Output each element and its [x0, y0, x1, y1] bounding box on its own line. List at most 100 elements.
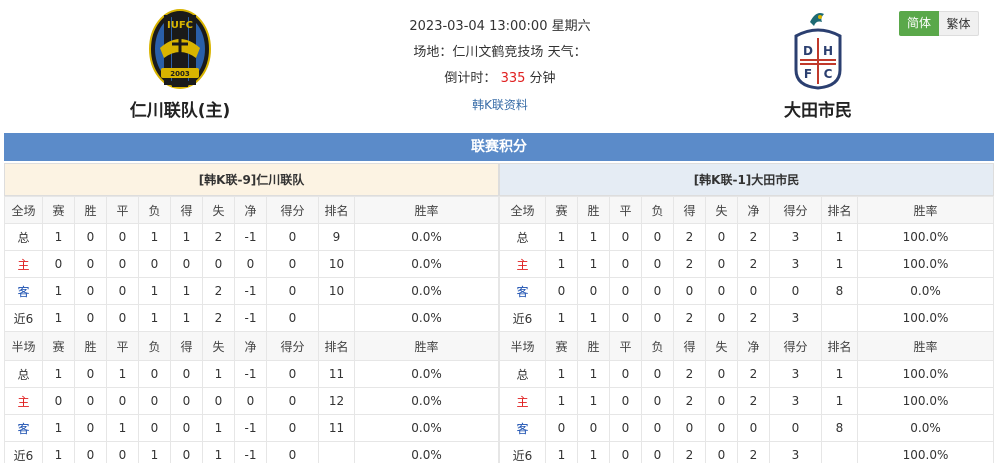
table-cell: 2	[673, 250, 706, 278]
away-crest-letter-d: D	[803, 44, 813, 58]
column-header: 净	[234, 331, 267, 361]
table-cell: 100.0%	[857, 387, 994, 415]
half-section-label: 半场	[4, 331, 43, 361]
table-cell: 0	[641, 304, 674, 332]
table-cell: 0	[609, 250, 642, 278]
table-cell: 0	[106, 304, 139, 332]
table-row: 总 1 1 0 0 2 0 2 3 1 100.0%	[499, 360, 994, 388]
table-cell: 0	[170, 414, 203, 442]
home-team[interactable]: 2003 IUFC 仁川联队(主)	[80, 8, 280, 121]
table-cell: 2	[737, 250, 770, 278]
row-type-label: 主	[4, 387, 43, 415]
table-row: 客 1 0 1 0 0 1 -1 0 11 0.0%	[4, 414, 499, 442]
table-cell: 1	[577, 250, 610, 278]
column-header: 胜率	[354, 331, 499, 361]
table-cell: 0	[42, 250, 75, 278]
table-cell: -1	[234, 441, 267, 463]
column-header: 负	[138, 196, 171, 224]
table-cell: 0	[705, 387, 738, 415]
traditional-chinese-button[interactable]: 繁体	[939, 11, 979, 36]
table-cell: 1	[821, 250, 858, 278]
table-cell: 0	[705, 360, 738, 388]
table-cell: 2	[737, 223, 770, 251]
row-type-label: 近6	[4, 304, 43, 332]
table-cell: 1	[42, 360, 75, 388]
table-cell: 0	[705, 277, 738, 305]
column-header: 得	[170, 196, 203, 224]
table-cell: 1	[170, 223, 203, 251]
league-info-link[interactable]: 韩K联资料	[360, 92, 640, 118]
table-cell: 0	[234, 250, 267, 278]
table-cell: 0	[609, 387, 642, 415]
table-cell: 0	[106, 277, 139, 305]
table-cell: 11	[318, 360, 355, 388]
row-type-label: 主	[499, 250, 546, 278]
table-cell: -1	[234, 414, 267, 442]
table-cell: 1	[138, 441, 171, 463]
table-row: 客 0 0 0 0 0 0 0 0 8 0.0%	[499, 414, 994, 442]
table-cell: 0	[170, 360, 203, 388]
table-cell: 1	[106, 414, 139, 442]
countdown-line: 倒计时： 335 分钟	[360, 66, 640, 92]
table-cell: -1	[234, 304, 267, 332]
table-cell: 0.0%	[354, 387, 499, 415]
table-cell	[821, 304, 858, 332]
table-cell: 0	[737, 277, 770, 305]
table-cell: 1	[821, 387, 858, 415]
table-cell: 0	[266, 387, 319, 415]
table-cell: 1	[138, 304, 171, 332]
table-cell: 0.0%	[354, 441, 499, 463]
home-standings-table: 全场赛胜平负得失净得分 排名 胜率总 1 0 0 1 1 2 -1 0 9 0.0% 主 0 0 0 0 0 0 0 0 1…	[4, 196, 499, 463]
incheon-united-crest-icon[interactable]: 2003 IUFC	[148, 8, 212, 90]
table-cell: 2	[673, 304, 706, 332]
table-cell: 10	[318, 250, 355, 278]
half-section-label: 半场	[499, 331, 546, 361]
table-cell: 0	[609, 304, 642, 332]
full-section-label: 全场	[499, 196, 546, 224]
away-team-name[interactable]: 大田市民	[718, 96, 918, 121]
table-cell: 0	[609, 414, 642, 442]
away-standings-table: 全场赛胜平负得失净得分 排名 胜率总 1 1 0 0 2 0 2 3 1 100.0% 主 1 1 0 0 2 0 2 3…	[499, 196, 994, 463]
table-cell: 0	[705, 304, 738, 332]
table-row: 近6 1 1 0 0 2 0 2 3 100.0%	[499, 304, 994, 332]
table-cell	[821, 441, 858, 463]
table-cell: 0	[641, 360, 674, 388]
table-row: 主 0 0 0 0 0 0 0 0 12 0.0%	[4, 387, 499, 415]
away-team[interactable]: D H F C 大田市民	[718, 8, 918, 121]
column-header: 得分	[266, 196, 319, 224]
column-header: 排名	[821, 196, 858, 224]
away-crest-letter-f: F	[804, 67, 812, 81]
home-team-name[interactable]: 仁川联队(主)	[80, 96, 280, 121]
table-row: 总 1 0 1 0 0 1 -1 0 11 0.0%	[4, 360, 499, 388]
column-header: 净	[737, 331, 770, 361]
table-cell: 0.0%	[354, 223, 499, 251]
table-cell: 0	[545, 414, 578, 442]
table-row: 客 1 0 0 1 1 2 -1 0 10 0.0%	[4, 277, 499, 305]
table-cell: 0.0%	[354, 277, 499, 305]
table-cell: 0.0%	[354, 250, 499, 278]
simplified-chinese-button[interactable]: 简体	[899, 11, 939, 36]
table-cell: 0.0%	[354, 414, 499, 442]
table-cell: 1	[202, 414, 235, 442]
row-type-label: 客	[4, 414, 43, 442]
table-cell: 3	[769, 360, 822, 388]
table-cell: 0	[106, 387, 139, 415]
table-cell: 0	[705, 223, 738, 251]
table-cell: 1	[545, 387, 578, 415]
daejeon-hana-citizen-crest-icon[interactable]: D H F C	[786, 8, 850, 90]
table-cell: 1	[42, 414, 75, 442]
half-header-row: 半场赛胜平负得失净得分 排名 胜率	[499, 331, 994, 361]
table-cell: 11	[318, 414, 355, 442]
table-cell: 0	[705, 414, 738, 442]
table-row: 近6 1 1 0 0 2 0 2 3 100.0%	[499, 441, 994, 463]
table-cell: 0	[74, 360, 107, 388]
table-cell: 1	[42, 441, 75, 463]
home-standings: [韩K联-9]仁川联队 全场赛胜平负得失净得分 排名 胜率总 1 0 0 1 1 2 -1 0 9 0.…	[4, 163, 499, 463]
table-cell: 1	[577, 360, 610, 388]
table-cell: 100.0%	[857, 360, 994, 388]
table-cell: 0	[170, 250, 203, 278]
half-header-row: 半场赛胜平负得失净得分 排名 胜率	[4, 331, 499, 361]
home-crest-year: 2003	[170, 70, 190, 78]
table-cell: 2	[737, 360, 770, 388]
table-cell: 1	[545, 441, 578, 463]
